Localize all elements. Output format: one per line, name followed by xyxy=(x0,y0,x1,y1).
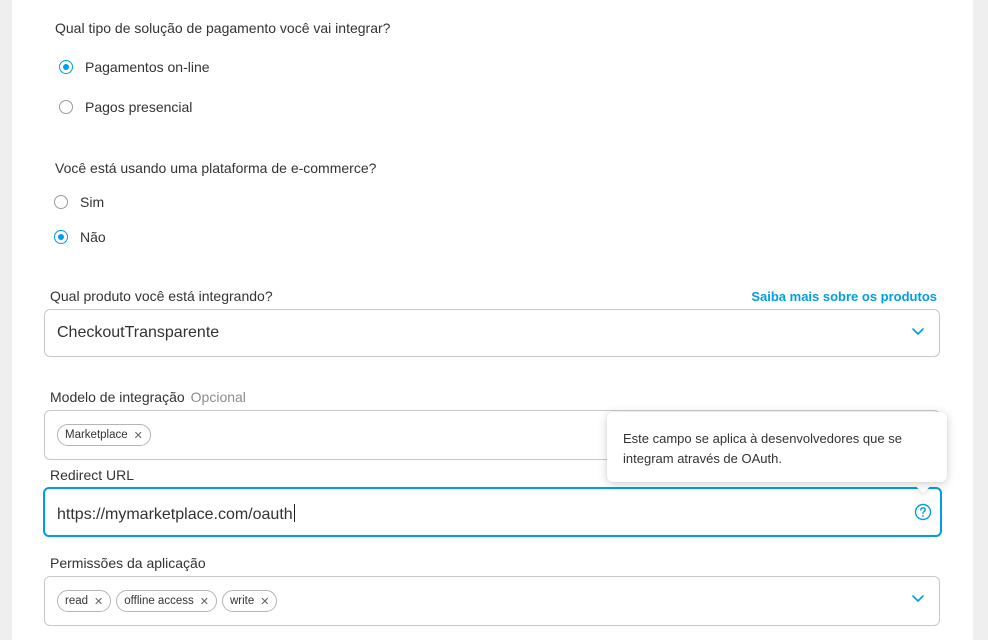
chip-label: read xyxy=(65,595,89,607)
remove-chip-icon[interactable]: ✕ xyxy=(94,595,103,608)
radio-unselected-icon[interactable] xyxy=(59,100,73,114)
oauth-tooltip: Este campo se aplica à desenvolvedores q… xyxy=(607,412,947,482)
product-select-value: CheckoutTransparente xyxy=(57,324,220,341)
chip-offline-access: offline access ✕ xyxy=(116,590,217,612)
chevron-down-icon[interactable] xyxy=(911,327,925,337)
remove-chip-icon[interactable]: ✕ xyxy=(260,595,269,608)
radio-yes[interactable]: Sim xyxy=(54,192,104,212)
redirect-url-text: https://mymarketplace.com/oauth xyxy=(57,506,293,523)
radio-online-payments[interactable]: Pagamentos on-line xyxy=(59,57,210,77)
redirect-url-input[interactable]: https://mymarketplace.com/oauth xyxy=(43,487,942,537)
redirect-url-label: Redirect URL xyxy=(50,467,135,483)
permissions-label: Permissões da aplicação xyxy=(50,555,206,571)
permissions-select[interactable]: read ✕ offline access ✕ write ✕ xyxy=(44,576,940,626)
radio-label-no: Não xyxy=(80,229,106,245)
product-select[interactable]: CheckoutTransparente xyxy=(44,309,940,357)
tooltip-text: Este campo se aplica à desenvolvedores q… xyxy=(623,431,902,466)
help-icon[interactable] xyxy=(914,503,932,521)
radio-unselected-icon[interactable] xyxy=(54,195,68,209)
optional-tag: Opcional xyxy=(190,389,246,405)
chip-marketplace: Marketplace ✕ xyxy=(57,424,151,446)
radio-no[interactable]: Não xyxy=(54,227,106,247)
learn-more-products-link[interactable]: Saiba mais sobre os produtos xyxy=(751,289,937,304)
form-card: Qual tipo de solução de pagamento você v… xyxy=(12,0,973,640)
chip-label: write xyxy=(229,595,255,607)
payment-type-question: Qual tipo de solução de pagamento você v… xyxy=(55,20,391,36)
text-caret xyxy=(293,504,295,522)
ecommerce-question: Você está usando uma plataforma de e-com… xyxy=(55,160,377,176)
integration-model-label: Modelo de integração Opcional xyxy=(50,389,246,405)
radio-selected-icon[interactable] xyxy=(59,60,73,74)
radio-label-online-payments: Pagamentos on-line xyxy=(85,59,210,75)
radio-in-person-payments[interactable]: Pagos presencial xyxy=(59,97,192,117)
remove-chip-icon[interactable]: ✕ xyxy=(200,595,209,608)
integration-model-label-text: Modelo de integração xyxy=(50,389,185,405)
chip-write: write ✕ xyxy=(221,590,278,612)
remove-chip-icon[interactable]: ✕ xyxy=(134,429,143,442)
chip-label: offline access xyxy=(124,595,194,607)
chevron-down-icon[interactable] xyxy=(911,594,925,604)
chip-read: read ✕ xyxy=(57,590,112,612)
chip-label: Marketplace xyxy=(65,429,128,441)
product-label: Qual produto você está integrando? xyxy=(50,288,273,304)
redirect-url-value: https://mymarketplace.com/oauth xyxy=(57,504,295,524)
radio-selected-icon[interactable] xyxy=(54,230,68,244)
radio-label-yes: Sim xyxy=(80,194,105,210)
radio-label-in-person-payments: Pagos presencial xyxy=(85,99,193,115)
